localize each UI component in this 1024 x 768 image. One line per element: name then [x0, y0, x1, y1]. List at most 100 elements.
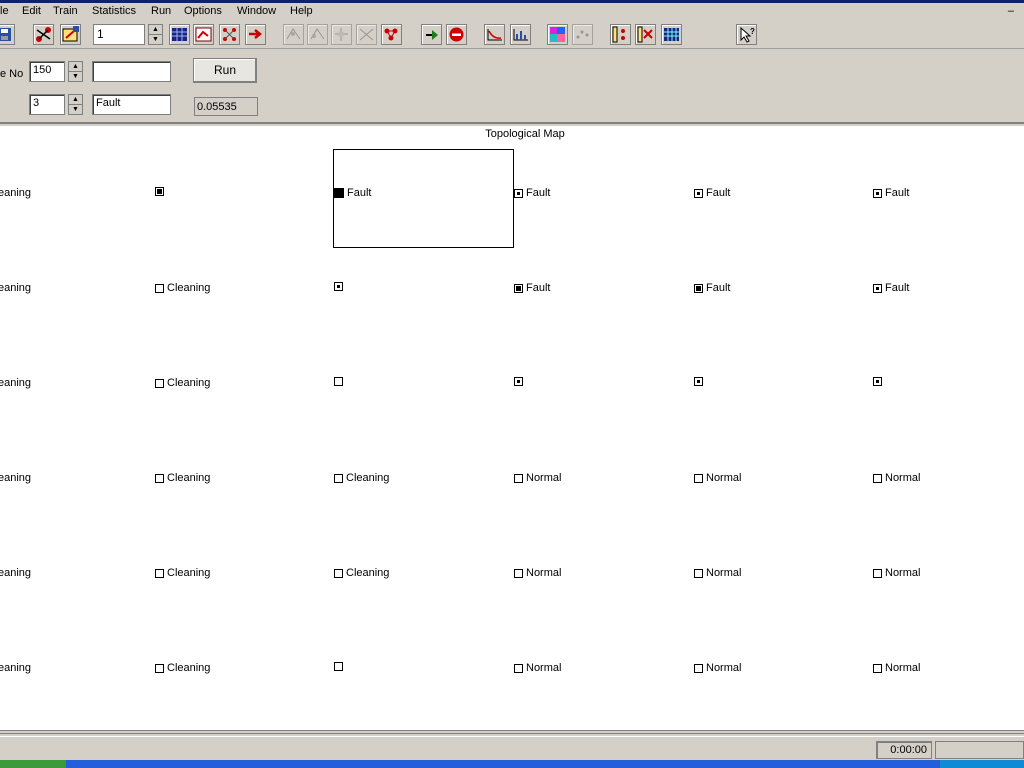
map-node[interactable]	[334, 282, 346, 291]
iterations-stepper[interactable]: ▲ ▼	[148, 24, 163, 45]
window-b-icon[interactable]	[635, 24, 656, 45]
map-node[interactable]: Cleaning	[155, 377, 210, 389]
map-node[interactable]: Fault	[873, 282, 909, 294]
start-button[interactable]	[0, 760, 66, 768]
error-graph-icon[interactable]	[484, 24, 505, 45]
map-node[interactable]: Cleaning	[334, 567, 389, 579]
node-label: Fault	[526, 187, 551, 199]
map-node[interactable]: Normal	[514, 567, 561, 579]
menu-help[interactable]: Help	[290, 5, 313, 17]
map-node[interactable]	[155, 187, 167, 196]
scatter-icon[interactable]	[572, 24, 593, 45]
arrow-down-icon[interactable]: ▼	[69, 72, 82, 82]
arrow-up-icon[interactable]: ▲	[149, 25, 162, 35]
map-node[interactable]: eaning	[0, 377, 31, 389]
network-train-icon[interactable]	[33, 24, 54, 45]
node-text-field[interactable]	[92, 61, 171, 82]
node-label: eaning	[0, 282, 32, 294]
layer2-icon[interactable]	[307, 24, 328, 45]
edit-network-icon[interactable]	[60, 24, 81, 45]
map-node[interactable]: Cleaning	[155, 567, 210, 579]
node-marker-icon	[873, 568, 882, 578]
map-node[interactable]: Fault	[694, 187, 730, 199]
map-node[interactable]: Normal	[514, 472, 561, 484]
class-number-input[interactable]: 3	[29, 94, 65, 115]
window-c-icon[interactable]	[661, 24, 682, 45]
export-icon[interactable]	[245, 24, 266, 45]
node-marker-icon	[514, 377, 523, 386]
map-node[interactable]: Fault	[334, 187, 371, 199]
chart-view-icon[interactable]	[193, 24, 214, 45]
map-node[interactable]: eaning	[0, 472, 31, 484]
map-node[interactable]: Cleaning	[334, 472, 389, 484]
map-node[interactable]: Normal	[873, 472, 920, 484]
map-node[interactable]: Fault	[514, 187, 550, 199]
run-button[interactable]: Run	[193, 58, 257, 83]
map-node[interactable]: Normal	[694, 662, 741, 674]
map-node[interactable]	[514, 377, 526, 386]
help-pointer-icon[interactable]: ?	[736, 24, 757, 45]
cluster-icon[interactable]	[381, 24, 402, 45]
map-node[interactable]: eaning	[0, 567, 31, 579]
node-marker-icon	[334, 377, 343, 386]
menu-run[interactable]: Run	[151, 5, 171, 17]
neurons-icon[interactable]	[219, 24, 240, 45]
map-node[interactable]: Normal	[514, 662, 561, 674]
grid-view-icon[interactable]	[169, 24, 190, 45]
node-marker-icon	[514, 473, 523, 483]
map-node[interactable]: Fault	[514, 282, 550, 294]
arrow-up-icon[interactable]: ▲	[69, 95, 82, 105]
map-node[interactable]: Normal	[694, 567, 741, 579]
map-node[interactable]: eaning	[0, 662, 31, 674]
window-a-icon[interactable]	[610, 24, 631, 45]
histogram-icon[interactable]	[510, 24, 531, 45]
map-node[interactable]: Normal	[873, 567, 920, 579]
node-marker-icon	[334, 188, 344, 198]
layer1-icon[interactable]	[283, 24, 304, 45]
color-map-icon[interactable]	[547, 24, 568, 45]
run-icon[interactable]	[421, 24, 442, 45]
node-label: eaning	[0, 662, 32, 674]
map-node[interactable]: Cleaning	[155, 662, 210, 674]
class-label-field[interactable]: Fault	[92, 94, 171, 115]
menu-edit[interactable]: Edit	[22, 5, 41, 17]
map-node[interactable]	[334, 377, 346, 386]
menu-options[interactable]: Options	[184, 5, 222, 17]
map-node[interactable]: eaning	[0, 282, 31, 294]
map-node[interactable]: Fault	[873, 187, 909, 199]
layer4-icon[interactable]	[356, 24, 377, 45]
node-label: Cleaning	[167, 567, 211, 579]
node-label: Cleaning	[167, 282, 211, 294]
map-node[interactable]	[873, 377, 885, 386]
node-number-input[interactable]: 150	[29, 61, 65, 82]
node-marker-icon	[334, 473, 343, 483]
node-label: eaning	[0, 187, 32, 199]
layer3-icon[interactable]	[331, 24, 352, 45]
map-title: Topological Map	[485, 128, 565, 140]
map-node[interactable]: Fault	[694, 282, 730, 294]
menu-window[interactable]: Window	[237, 5, 276, 17]
menu-statistics[interactable]: Statistics	[92, 5, 136, 17]
map-node[interactable]: Cleaning	[155, 282, 210, 294]
node-marker-icon	[514, 188, 523, 198]
map-node[interactable]	[334, 662, 346, 671]
status-bar: 0:00:00	[0, 730, 1024, 760]
map-node[interactable]: Normal	[873, 662, 920, 674]
arrow-down-icon[interactable]: ▼	[149, 35, 162, 45]
node-marker-icon	[155, 187, 164, 196]
map-node[interactable]: Cleaning	[155, 472, 210, 484]
node-label: Fault	[526, 282, 551, 294]
stop-icon[interactable]	[446, 24, 467, 45]
menu-train[interactable]: Train	[53, 5, 78, 17]
menu-file[interactable]: le	[0, 5, 9, 17]
map-node[interactable]	[694, 377, 706, 386]
class-number-stepper[interactable]: ▲ ▼	[68, 94, 83, 115]
save-icon[interactable]	[0, 24, 15, 45]
minimize-button[interactable]: –	[1008, 5, 1014, 17]
arrow-up-icon[interactable]: ▲	[69, 62, 82, 72]
node-number-stepper[interactable]: ▲ ▼	[68, 61, 83, 82]
arrow-down-icon[interactable]: ▼	[69, 105, 82, 115]
iterations-input[interactable]: 1	[93, 24, 145, 45]
map-node[interactable]: eaning	[0, 187, 31, 199]
map-node[interactable]: Normal	[694, 472, 741, 484]
